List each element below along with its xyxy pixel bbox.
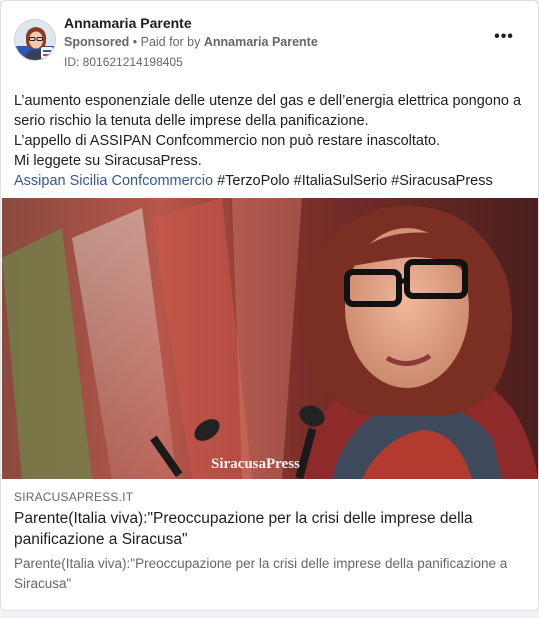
post-text-line-3: Mi leggete su SiracusaPress. [14,153,202,169]
link-domain: SIRACUSAPRESS.IT [14,490,134,504]
page-name[interactable]: Annamaria Parente [64,15,192,31]
paid-for-prefix: • Paid for by [129,35,204,49]
ad-id: ID: 801621214198405 [64,55,183,69]
mention-link[interactable]: Assipan Sicilia Confcommercio [14,173,213,189]
link-title[interactable]: Parente(Italia viva):"Preoccupazione per… [14,508,526,550]
sponsored-label: Sponsored [64,35,130,49]
ad-card: Annamaria Parente Sponsored • Paid for b… [0,0,539,611]
link-preview[interactable]: SIRACUSAPRESS.IT Parente(Italia viva):"P… [2,479,538,607]
avatar-image [15,20,55,60]
post-body: L’aumento esponenziale delle utenze del … [14,91,526,191]
post-header: Annamaria Parente Sponsored • Paid for b… [1,1,538,81]
sponsored-meta: Sponsored • Paid for by Annamaria Parent… [64,35,318,49]
more-options-button[interactable]: ••• [492,28,516,49]
post-image[interactable]: SiracusaPress [2,198,538,479]
post-tags: Assipan Sicilia Confcommercio #TerzoPolo… [14,171,526,191]
post-text-line-2: L’appello di ASSIPAN Confcommercio non p… [14,133,441,149]
avatar[interactable] [14,19,56,61]
post-text-line-1: L’aumento esponenziale delle utenze del … [14,93,522,129]
more-horizontal-icon: ••• [494,28,514,45]
link-description: Parente(Italia viva):"Preoccupazione per… [14,556,508,591]
speaker-photo [2,198,538,479]
paid-for-name[interactable]: Annamaria Parente [204,35,318,49]
image-watermark: SiracusaPress [211,456,300,472]
hashtags[interactable]: #TerzoPolo #ItaliaSulSerio #SiracusaPres… [213,173,493,189]
